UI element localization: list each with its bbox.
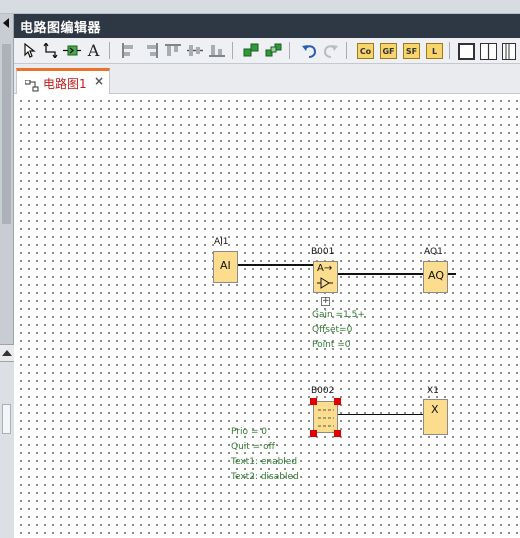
- window-titlebar: 电路图编辑器: [0, 14, 520, 38]
- editor-toolbar: A Co GF SF L: [14, 38, 520, 64]
- block-label-aq1: AQ1: [424, 247, 443, 257]
- close-icon[interactable]: ×: [94, 74, 104, 88]
- align-left-icon[interactable]: [119, 41, 138, 60]
- param-text2: Text2: disabled: [231, 472, 299, 482]
- toolbar-separator: [289, 42, 290, 59]
- block-body-aq1: AQ: [428, 269, 444, 282]
- block-b001[interactable]: A→: [313, 261, 338, 293]
- wire-ai1-b001[interactable]: [238, 264, 314, 266]
- block-label-x1: X1: [427, 386, 439, 396]
- block-label-ai1: AI1: [214, 237, 229, 247]
- toolbar-separator: [449, 42, 450, 59]
- l-button[interactable]: L: [426, 43, 443, 59]
- param-quit: Quit = off: [231, 442, 275, 452]
- selection-handle[interactable]: [310, 430, 317, 437]
- ungroup-icon[interactable]: [264, 41, 283, 60]
- block-insert-icon[interactable]: [62, 41, 81, 60]
- expand-params-button[interactable]: +: [321, 297, 330, 306]
- toolbar-separator: [109, 42, 110, 59]
- collapse-up-icon[interactable]: [2, 350, 12, 356]
- align-center-icon[interactable]: [141, 41, 160, 60]
- left-side-panel: [0, 14, 14, 538]
- selection-handle[interactable]: [334, 430, 341, 437]
- window-top-strip: [0, 0, 520, 14]
- block-body-b001: A→: [317, 263, 333, 274]
- tab-label: 电路图1: [43, 77, 87, 91]
- align-top-icon[interactable]: [163, 41, 182, 60]
- co-button[interactable]: Co: [357, 43, 374, 59]
- block-ai1[interactable]: AI: [213, 251, 238, 283]
- block-body-x1: X: [431, 403, 439, 416]
- window-title: 电路图编辑器: [20, 21, 102, 36]
- block-b002[interactable]: [313, 401, 338, 433]
- circuit-canvas[interactable]: AI1 AI B001 A→ + AQ1 AQ Gain =1.5+ Offse…: [14, 94, 520, 538]
- block-label-b001: B001: [311, 247, 335, 257]
- left-panel-scrollbar[interactable]: [2, 44, 11, 224]
- wire-aq1-out[interactable]: [448, 273, 456, 275]
- param-offset: Offset=0: [312, 325, 353, 335]
- gf-button[interactable]: GF: [380, 43, 397, 59]
- text-icon[interactable]: A: [84, 41, 103, 60]
- param-text1: Text1: enabled: [231, 457, 298, 467]
- sf-button[interactable]: SF: [403, 43, 420, 59]
- amplifier-icon: [317, 277, 333, 289]
- left-lower-panel: [0, 362, 14, 538]
- wire-b002-x1[interactable]: [338, 414, 424, 415]
- group-icon[interactable]: [242, 41, 261, 60]
- message-text-icon: [318, 409, 334, 427]
- param-gain: Gain =1.5+: [312, 310, 365, 320]
- selection-handle[interactable]: [334, 398, 341, 405]
- block-label-b002: B002: [311, 386, 335, 396]
- pointer-arrow-icon[interactable]: [20, 41, 39, 60]
- toolbar-separator: [232, 42, 233, 59]
- undo-icon[interactable]: [299, 41, 318, 60]
- document-tab-bar: 电路图1 ×: [14, 64, 520, 95]
- align-bottom-icon[interactable]: [207, 41, 226, 60]
- align-middle-icon[interactable]: [185, 41, 204, 60]
- single-view-icon[interactable]: [458, 43, 475, 60]
- selection-handle[interactable]: [310, 398, 317, 405]
- split-horizontal-icon[interactable]: [502, 43, 516, 60]
- toolbar-separator: [346, 42, 347, 59]
- redo-icon[interactable]: [321, 41, 340, 60]
- wire-b001-aq1[interactable]: [338, 273, 424, 275]
- param-point: Point =0: [312, 340, 351, 350]
- block-body-ai1: AI: [220, 259, 231, 272]
- param-prio: Prio = 0: [231, 427, 267, 437]
- block-aq1[interactable]: AQ: [423, 261, 448, 293]
- scrollbar-grip[interactable]: [2, 404, 11, 434]
- split-vertical-icon[interactable]: [480, 43, 497, 60]
- tab-circuit-diagram-1[interactable]: 电路图1 ×: [16, 68, 110, 95]
- block-x1[interactable]: X: [423, 399, 448, 435]
- connector-icon[interactable]: [41, 41, 60, 60]
- collapse-left-icon[interactable]: [3, 18, 9, 28]
